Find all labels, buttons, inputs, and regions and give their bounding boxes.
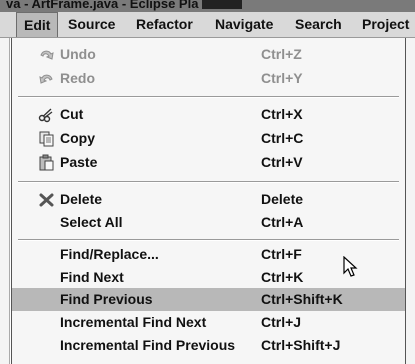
cut-label: Cut (60, 106, 84, 122)
copy-label: Copy (60, 130, 95, 146)
delete-x-icon (38, 191, 55, 208)
menu-edit[interactable]: Edit (16, 12, 59, 37)
menu-separator (18, 181, 399, 183)
cut-shortcut: Ctrl+X (261, 106, 303, 122)
menu-bar: Edit Source Refactor Navigate Search Pro… (0, 12, 415, 38)
menu-item-redo[interactable]: Redo Ctrl+Y (12, 67, 405, 90)
select-all-label: Select All (60, 214, 123, 230)
paste-label: Paste (60, 154, 98, 170)
window-control-icon[interactable] (202, 0, 243, 10)
incremental-find-previous-label: Incremental Find Previous (60, 337, 236, 353)
mouse-pointer-icon (343, 255, 359, 278)
menu-item-copy[interactable]: Copy Ctrl+C (12, 127, 405, 150)
undo-shortcut: Ctrl+Z (261, 46, 302, 62)
find-replace-shortcut: Ctrl+F (261, 246, 302, 262)
copy-shortcut: Ctrl+C (261, 130, 304, 146)
menu-project[interactable]: Project (355, 12, 415, 37)
menu-source[interactable]: Source (61, 12, 122, 37)
undo-label: Undo (60, 46, 96, 62)
menu-separator (18, 96, 399, 98)
find-previous-label: Find Previous (60, 291, 153, 307)
menu-navigate[interactable]: Navigate (208, 12, 280, 37)
menu-item-cut[interactable]: Cut Ctrl+X (12, 103, 405, 126)
copy-icon (38, 130, 55, 147)
menu-search[interactable]: Search (288, 12, 349, 37)
menu-item-select-all[interactable]: Select All Ctrl+A (12, 211, 405, 234)
incremental-find-next-label: Incremental Find Next (60, 314, 207, 330)
paste-shortcut: Ctrl+V (261, 154, 303, 170)
find-replace-label: Find/Replace... (60, 246, 159, 262)
menu-item-incremental-find-next[interactable]: Incremental Find Next Ctrl+J (12, 311, 405, 334)
redo-icon (38, 70, 55, 87)
paste-icon (38, 154, 55, 171)
menu-item-undo[interactable]: Undo Ctrl+Z (12, 43, 405, 66)
menu-item-incremental-find-previous[interactable]: Incremental Find Previous Ctrl+Shift+J (12, 334, 405, 357)
select-all-shortcut: Ctrl+A (261, 214, 304, 230)
incremental-find-previous-shortcut: Ctrl+Shift+J (261, 337, 341, 353)
find-next-label: Find Next (60, 269, 124, 285)
undo-icon (38, 46, 55, 63)
window-title: va - ArtFrame.java - Eclipse Pla (6, 0, 199, 11)
delete-shortcut: Delete (261, 191, 304, 207)
edit-menu-dropdown: Undo Ctrl+Z Redo Ctrl+Y Cut Ctrl+X Copy … (11, 38, 406, 364)
menu-refactor[interactable]: Refactor (129, 12, 200, 37)
incremental-find-next-shortcut: Ctrl+J (261, 314, 302, 330)
redo-shortcut: Ctrl+Y (261, 70, 303, 86)
window-title-bar: va - ArtFrame.java - Eclipse Pla (0, 0, 415, 12)
redo-label: Redo (60, 70, 95, 86)
menu-item-delete[interactable]: Delete Delete (12, 188, 405, 211)
scissors-icon (38, 106, 55, 123)
find-previous-shortcut: Ctrl+Shift+K (261, 291, 343, 307)
menu-item-paste[interactable]: Paste Ctrl+V (12, 151, 405, 174)
delete-label: Delete (60, 191, 103, 207)
find-next-shortcut: Ctrl+K (261, 269, 304, 285)
menu-separator (18, 239, 399, 241)
menu-item-find-previous[interactable]: Find Previous Ctrl+Shift+K (12, 288, 405, 311)
editor-right-edge (405, 38, 415, 364)
editor-left-edge (0, 38, 10, 364)
